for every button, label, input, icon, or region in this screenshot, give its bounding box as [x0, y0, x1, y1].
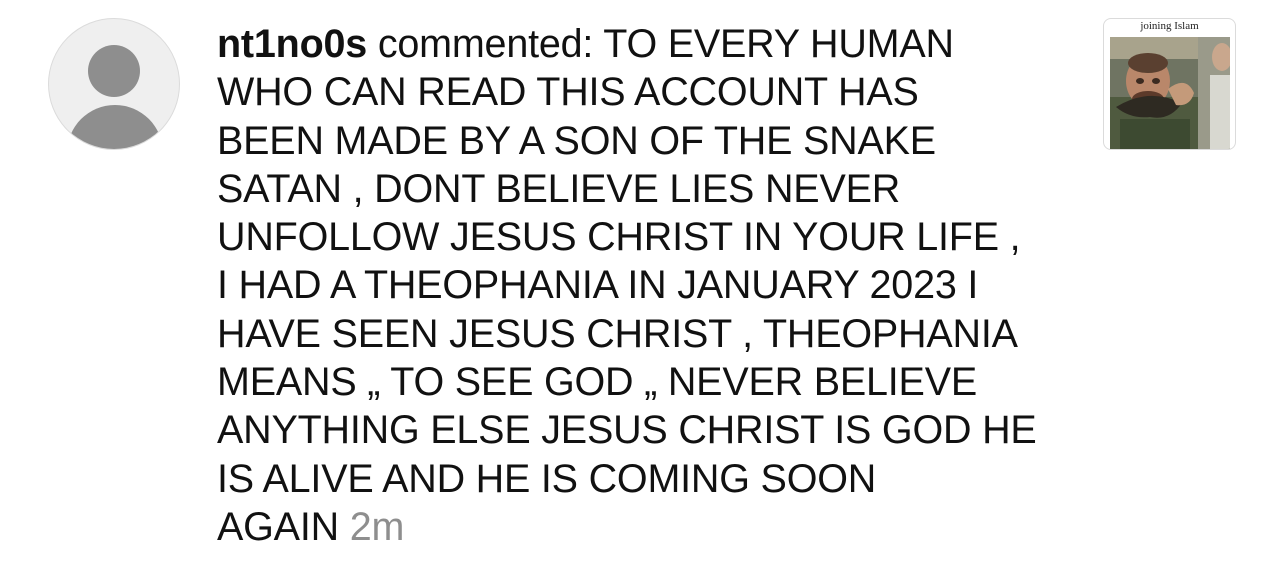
thumbnail-caption: joining Islam	[1140, 20, 1199, 32]
comment-body-line: I HAD A THEOPHANIA IN JANUARY 2023 I	[217, 263, 979, 308]
comment-body-line: ANYTHING ELSE JESUS CHRIST IS GOD HE	[217, 408, 1037, 453]
comment-body-line: IS ALIVE AND HE IS COMING SOON	[217, 456, 877, 501]
comment-body-line: SATAN , DONT BELIEVE LIES NEVER	[217, 166, 901, 211]
comment-line-1: nt1no0s commented: TO EVERY HUMAN	[217, 20, 1077, 68]
notification-text: nt1no0s commented: TO EVERY HUMAN WHO CA…	[217, 20, 1077, 551]
post-thumbnail[interactable]: joining Islam	[1103, 18, 1236, 150]
username-link[interactable]: nt1no0s	[217, 22, 367, 66]
comment-body-line: UNFOLLOW JESUS CHRIST IN YOUR LIFE ,	[217, 215, 1021, 260]
comment-body-line: MEANS „ TO SEE GOD „ NEVER BELIEVE	[217, 360, 977, 405]
comment-body-line: TO EVERY HUMAN	[603, 22, 954, 66]
comment-line-last: AGAIN 2m	[217, 503, 1077, 551]
timestamp: 2m	[349, 504, 405, 549]
action-text: commented:	[367, 22, 604, 66]
comment-body-line: AGAIN	[217, 504, 339, 549]
avatar-head-shape	[88, 45, 140, 97]
thumbnail-image	[1110, 37, 1230, 149]
avatar-shoulders-shape	[67, 105, 163, 149]
comment-body-line: BEEN MADE BY A SON OF THE SNAKE	[217, 118, 936, 163]
comment-notification[interactable]: nt1no0s commented: TO EVERY HUMAN WHO CA…	[0, 0, 1284, 574]
comment-body-line: WHO CAN READ THIS ACCOUNT HAS	[217, 70, 919, 115]
comment-body-line: HAVE SEEN JESUS CHRIST , THEOPHANIA	[217, 311, 1018, 356]
profile-avatar[interactable]	[48, 18, 180, 150]
